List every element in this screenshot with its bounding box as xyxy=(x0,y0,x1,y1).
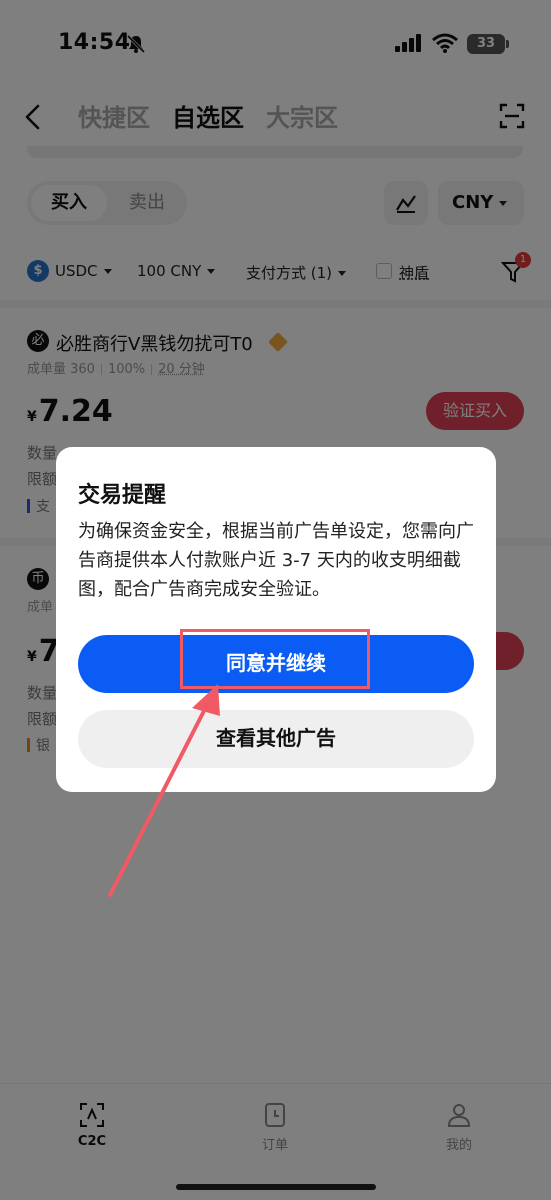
dialog-title: 交易提醒 xyxy=(78,483,167,508)
annotation-highlight-box xyxy=(180,629,370,689)
dialog-message: 为确保资金安全，根据当前广告单设定，您需向广告商提供本人付款账户近 3-7 天内… xyxy=(78,521,474,600)
home-indicator xyxy=(176,1184,376,1190)
app-screen: 14:54 33 快捷区 自选区 大宗区 xyxy=(0,0,551,1200)
view-other-ads-button[interactable]: 查看其他广告 xyxy=(78,710,474,768)
trade-reminder-dialog: 交易提醒 为确保资金安全，根据当前广告单设定，您需向广告商提供本人付款账户近 3… xyxy=(56,447,496,792)
